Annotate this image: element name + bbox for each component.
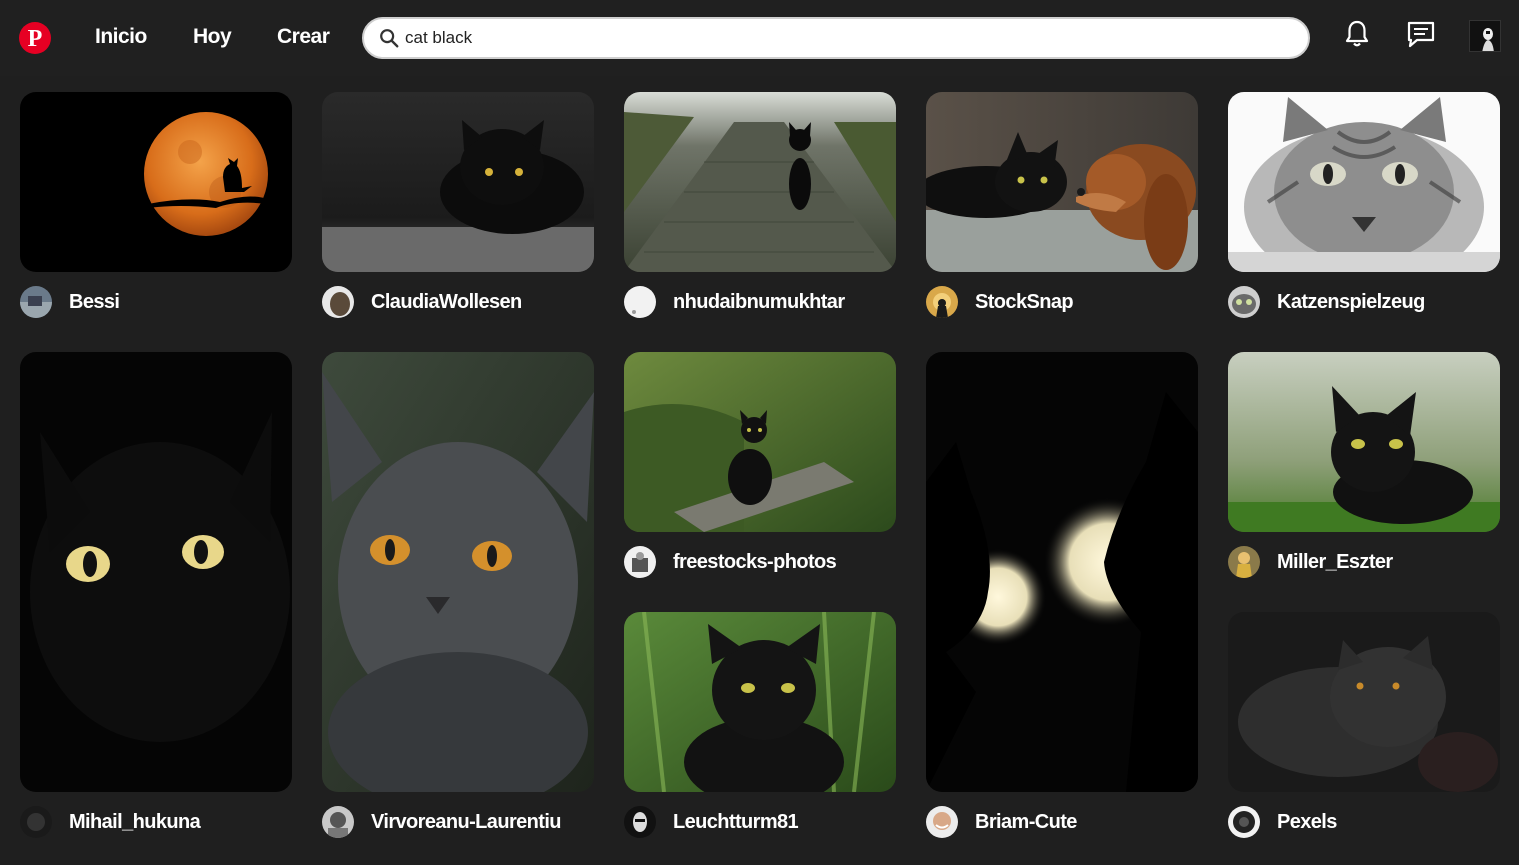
pin-image[interactable] <box>1228 352 1500 532</box>
author-avatar <box>1228 546 1260 578</box>
author-name: StockSnap <box>975 290 1074 313</box>
pin-image[interactable] <box>926 92 1198 272</box>
messages-icon[interactable] <box>1405 18 1437 50</box>
author-name: Briam-Cute <box>975 810 1077 833</box>
pin-author[interactable]: Bessi <box>20 282 120 322</box>
author-name: nhudaibnumukhtar <box>673 290 845 313</box>
pin-image[interactable] <box>624 352 896 532</box>
author-name: Pexels <box>1277 810 1337 833</box>
nav-create-link[interactable]: Crear <box>277 25 330 49</box>
author-avatar <box>624 806 656 838</box>
pin-author[interactable]: Briam-Cute <box>926 802 1077 842</box>
author-avatar <box>1228 806 1260 838</box>
author-name: freestocks-photos <box>673 550 837 573</box>
pin-author[interactable]: nhudaibnumukhtar <box>624 282 845 322</box>
search-input[interactable] <box>405 28 1285 48</box>
nav-today-link[interactable]: Hoy <box>193 25 232 49</box>
search-icon <box>380 29 399 48</box>
author-name: Katzenspielzeug <box>1277 290 1425 313</box>
pin-author[interactable]: Virvoreanu-Laurentiu <box>322 802 562 842</box>
author-avatar <box>322 806 354 838</box>
pin-author[interactable]: StockSnap <box>926 282 1074 322</box>
pin-image[interactable] <box>1228 612 1500 792</box>
author-name: Miller_Eszter <box>1277 550 1393 573</box>
pin-author[interactable]: Miller_Eszter <box>1228 542 1393 582</box>
pin-image[interactable] <box>322 92 594 272</box>
nav-home-link[interactable]: Inicio <box>95 25 147 49</box>
pin-image[interactable] <box>624 612 896 792</box>
pin-image[interactable] <box>926 352 1198 792</box>
pin-author[interactable]: Katzenspielzeug <box>1228 282 1425 322</box>
pin-image[interactable] <box>624 92 896 272</box>
author-name: ClaudiaWollesen <box>371 290 522 313</box>
pin-image[interactable] <box>20 352 292 792</box>
pin-author[interactable]: freestocks-photos <box>624 542 837 582</box>
pin-author[interactable]: Leuchtturm81 <box>624 802 799 842</box>
author-avatar <box>322 286 354 318</box>
bell-icon[interactable] <box>1341 18 1373 50</box>
pin-author[interactable]: ClaudiaWollesen <box>322 282 522 322</box>
pin-author[interactable]: Mihail_hukuna <box>20 802 201 842</box>
search-bar[interactable] <box>362 17 1310 59</box>
author-avatar <box>926 806 958 838</box>
user-avatar[interactable] <box>1469 20 1501 52</box>
author-avatar <box>1228 286 1260 318</box>
logo-letter: P <box>27 26 43 52</box>
author-avatar <box>20 286 52 318</box>
pin-image[interactable] <box>1228 92 1500 272</box>
author-name: Virvoreanu-Laurentiu <box>371 810 562 833</box>
author-avatar <box>624 546 656 578</box>
author-avatar <box>624 286 656 318</box>
pin-image[interactable] <box>322 352 594 792</box>
pin-image[interactable] <box>20 92 292 272</box>
author-name: Leuchtturm81 <box>673 810 799 833</box>
pinterest-logo-icon[interactable]: P <box>19 22 51 54</box>
author-name: Bessi <box>69 290 120 313</box>
top-nav-bar: P Inicio Hoy Crear <box>0 0 1519 76</box>
author-avatar <box>20 806 52 838</box>
pin-author[interactable]: Pexels <box>1228 802 1337 842</box>
avatar-image <box>1470 21 1500 51</box>
author-name: Mihail_hukuna <box>69 810 201 833</box>
author-avatar <box>926 286 958 318</box>
